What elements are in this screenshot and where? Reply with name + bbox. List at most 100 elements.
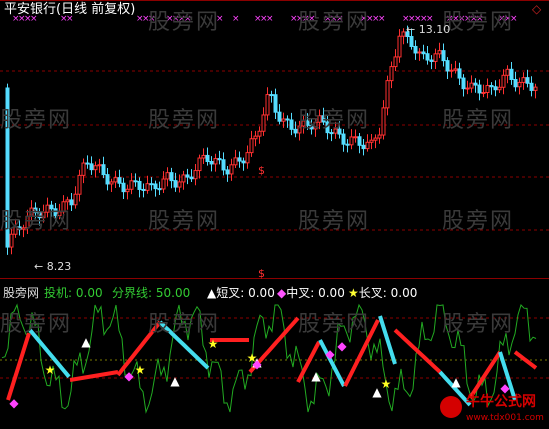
candle-body — [185, 174, 190, 178]
candle-body — [457, 68, 462, 79]
low-price-label: ← 8.23 — [34, 260, 72, 273]
candle-body — [381, 107, 386, 136]
candle-body — [481, 92, 486, 95]
candle-body — [397, 35, 402, 58]
candle-body — [93, 165, 98, 171]
candle-body — [517, 81, 522, 88]
watermark: 股旁网 — [148, 312, 221, 337]
watermark: 股旁网 — [298, 10, 371, 35]
watermark: 股旁网 — [148, 108, 221, 133]
candle-body — [133, 180, 138, 183]
candle-body — [369, 139, 374, 143]
x-mark: × — [266, 14, 274, 24]
candle-body — [181, 174, 186, 183]
candle-body — [245, 152, 250, 164]
candle-body — [409, 36, 414, 47]
candle-body — [377, 134, 382, 139]
x-mark: × — [232, 14, 240, 24]
candle-body — [77, 174, 82, 195]
candle-body — [233, 157, 238, 166]
candle-body — [349, 136, 354, 146]
watermark: 股旁网 — [442, 312, 515, 337]
candle-body — [217, 158, 222, 161]
candle-body — [473, 82, 478, 86]
short-cross-value: 0.00 — [248, 286, 275, 300]
candle-body — [121, 182, 126, 193]
watermark: 股旁网 — [298, 209, 371, 234]
candle-body — [169, 172, 174, 182]
indicator-source: 股旁网 — [3, 286, 40, 300]
rising-segment — [69, 370, 119, 382]
candle-body — [65, 199, 70, 203]
candle-body — [193, 170, 198, 180]
speculation-label: 投机: 0.00 — [44, 286, 103, 300]
mid-cross-label: ◆中叉: 0.00 — [277, 286, 345, 300]
candle-body — [237, 157, 242, 162]
candle-body — [453, 68, 458, 71]
candle-body — [85, 162, 90, 165]
candle-body — [109, 181, 114, 185]
candle-body — [145, 183, 150, 191]
long-cross-label: ★长叉: 0.00 — [348, 286, 417, 300]
watermark: 股旁网 — [148, 209, 221, 234]
footer-logo: 牛牛公式网 www.tdx001.com — [440, 394, 546, 426]
candle-body — [141, 188, 146, 191]
high-price-label: ← 13.10 — [406, 23, 451, 36]
candle-body — [81, 162, 86, 176]
candle-body — [249, 138, 254, 154]
cross-signal-icon: ◆ — [124, 369, 134, 383]
candle-body — [173, 180, 178, 188]
candle-body — [465, 87, 470, 90]
candle-body — [513, 78, 518, 88]
candle-body — [201, 154, 206, 159]
star-icon: ★ — [348, 286, 359, 300]
watermark: 股旁网 — [298, 312, 371, 337]
candle-body — [209, 161, 214, 165]
rising-segment — [513, 350, 538, 370]
candle-body — [281, 118, 286, 122]
boundary-label: 分界线: 50.00 — [112, 286, 190, 300]
cross-signal-icon: ▲ — [170, 374, 180, 388]
candle-body — [505, 68, 510, 76]
candle-body — [433, 53, 438, 62]
short-cross-label: ▲短叉: 0.00 — [207, 286, 275, 300]
cross-signal-icon: ★ — [247, 351, 258, 365]
candle-body — [421, 51, 426, 55]
candle-body — [361, 144, 366, 150]
candle-body — [445, 60, 450, 72]
candle-body — [265, 94, 270, 116]
boundary-name: 分界线: — [112, 286, 153, 300]
mid-cross-name: 中叉: — [286, 286, 315, 300]
candle-body — [441, 50, 446, 62]
candle-body — [497, 86, 502, 91]
dollar-marker-bottom: $ — [258, 267, 265, 280]
rising-segment — [393, 328, 442, 374]
speculation-name: 投机: — [44, 286, 73, 300]
candle-body — [101, 164, 106, 176]
candle-body — [89, 163, 94, 171]
cross-signal-icon: ▲ — [311, 369, 321, 383]
rising-segment — [468, 350, 502, 400]
candle-body — [425, 53, 430, 61]
candle-body — [509, 68, 514, 80]
cross-signal-icon: ★ — [381, 377, 392, 391]
diamond-outline-icon[interactable]: ◇ — [532, 2, 541, 16]
long-cross-value: 0.00 — [390, 286, 418, 300]
candle-body — [449, 69, 454, 72]
candle-body — [429, 59, 434, 62]
chart-window: × × × × × × × × × × × × × × × × × × × × × × × × × × × × × × × × × × × × × × × ×… — [0, 0, 549, 429]
candle-body — [229, 164, 234, 175]
candle-body — [489, 85, 494, 88]
candle-body — [137, 180, 142, 190]
long-cross-name: 长叉: — [358, 286, 387, 300]
cross-signal-icon: ★ — [208, 337, 219, 351]
candle-body — [353, 136, 358, 139]
candle-body — [205, 154, 210, 163]
candle-body — [225, 169, 230, 175]
short-cross-name: 短叉: — [216, 286, 245, 300]
candle-body — [389, 66, 394, 82]
candle-body — [485, 85, 490, 94]
triangle-icon: ▲ — [207, 286, 217, 300]
x-mark: × — [378, 14, 386, 24]
cross-signal-icon: ◆ — [325, 347, 335, 361]
